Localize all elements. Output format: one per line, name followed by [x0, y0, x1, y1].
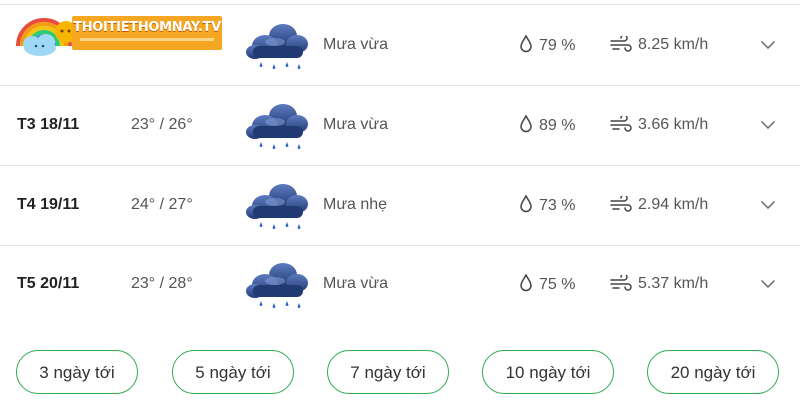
chevron-down-icon[interactable]: [760, 200, 776, 210]
wind-icon: [610, 116, 632, 132]
forecast-row[interactable]: T3 18/11 23° / 26° Mưa vừa 89 % 3.66 km/…: [0, 85, 800, 166]
humidity: 75 %: [519, 274, 575, 295]
drop-icon: [519, 274, 533, 292]
forecast-row[interactable]: T5 20/11 23° / 28° Mưa vừa 75 % 5.37 km/…: [0, 244, 800, 324]
forecast-temp: 23° / 26°: [131, 116, 193, 133]
forecast-desc: Mưa vừa: [323, 116, 388, 133]
wind: 2.94 km/h: [610, 195, 708, 215]
wind-value: 8.25 km/h: [638, 36, 709, 53]
humidity-value: 89 %: [539, 117, 576, 134]
chevron-down-icon[interactable]: [760, 40, 776, 50]
humidity-value: 73 %: [539, 197, 576, 214]
drop-icon: [519, 195, 533, 213]
heavy-rain-cloud-icon: [245, 20, 311, 74]
wind-icon: [610, 275, 632, 291]
wind: 8.25 km/h: [610, 35, 708, 55]
logo-banner: THOITIETHOMNAY.TV: [72, 16, 222, 50]
wind-value: 5.37 km/h: [638, 275, 709, 292]
site-logo[interactable]: THOITIETHOMNAY.TV: [12, 6, 222, 58]
forecast-row[interactable]: T4 19/11 24° / 27° Mưa nhẹ 73 % 2.94 km/…: [0, 165, 800, 246]
humidity: 89 %: [519, 115, 575, 136]
wind-icon: [610, 196, 632, 212]
forecast-range-buttons: 3 ngày tới 5 ngày tới 7 ngày tới 10 ngày…: [0, 350, 800, 398]
humidity: 73 %: [519, 195, 575, 216]
range-7-days-button[interactable]: 7 ngày tới: [327, 350, 449, 394]
chevron-down-icon[interactable]: [760, 120, 776, 130]
humidity-value: 79 %: [539, 37, 576, 54]
wind-value: 2.94 km/h: [638, 196, 709, 213]
range-10-days-button[interactable]: 10 ngày tới: [482, 350, 614, 394]
wind: 5.37 km/h: [610, 274, 708, 294]
forecast-desc: Mưa vừa: [323, 36, 388, 53]
humidity: 79 %: [519, 35, 575, 56]
forecast-day: T4 19/11: [17, 196, 80, 213]
wind-value: 3.66 km/h: [638, 116, 709, 133]
chevron-down-icon[interactable]: [760, 279, 776, 289]
range-5-days-button[interactable]: 5 ngày tới: [172, 350, 294, 394]
forecast-temp: 24° / 27°: [131, 196, 193, 213]
heavy-rain-cloud-icon: [245, 100, 311, 154]
forecast-temp: 23° / 28°: [131, 275, 193, 292]
wind-icon: [610, 36, 632, 52]
forecast-day: T5 20/11: [17, 275, 80, 292]
range-3-days-button[interactable]: 3 ngày tới: [16, 350, 138, 394]
light-rain-cloud-icon: [245, 180, 311, 234]
heavy-rain-cloud-icon: [245, 259, 311, 313]
logo-text: THOITIETHOMNAY.TV: [73, 20, 221, 35]
wind: 3.66 km/h: [610, 115, 708, 135]
forecast-desc: Mưa nhẹ: [323, 196, 388, 213]
drop-icon: [519, 115, 533, 133]
drop-icon: [519, 35, 533, 53]
forecast-day: T3 18/11: [17, 116, 80, 133]
forecast-desc: Mưa vừa: [323, 275, 388, 292]
humidity-value: 75 %: [539, 276, 576, 293]
range-20-days-button[interactable]: 20 ngày tới: [647, 350, 779, 394]
logo-tagline-strip: [80, 38, 214, 41]
